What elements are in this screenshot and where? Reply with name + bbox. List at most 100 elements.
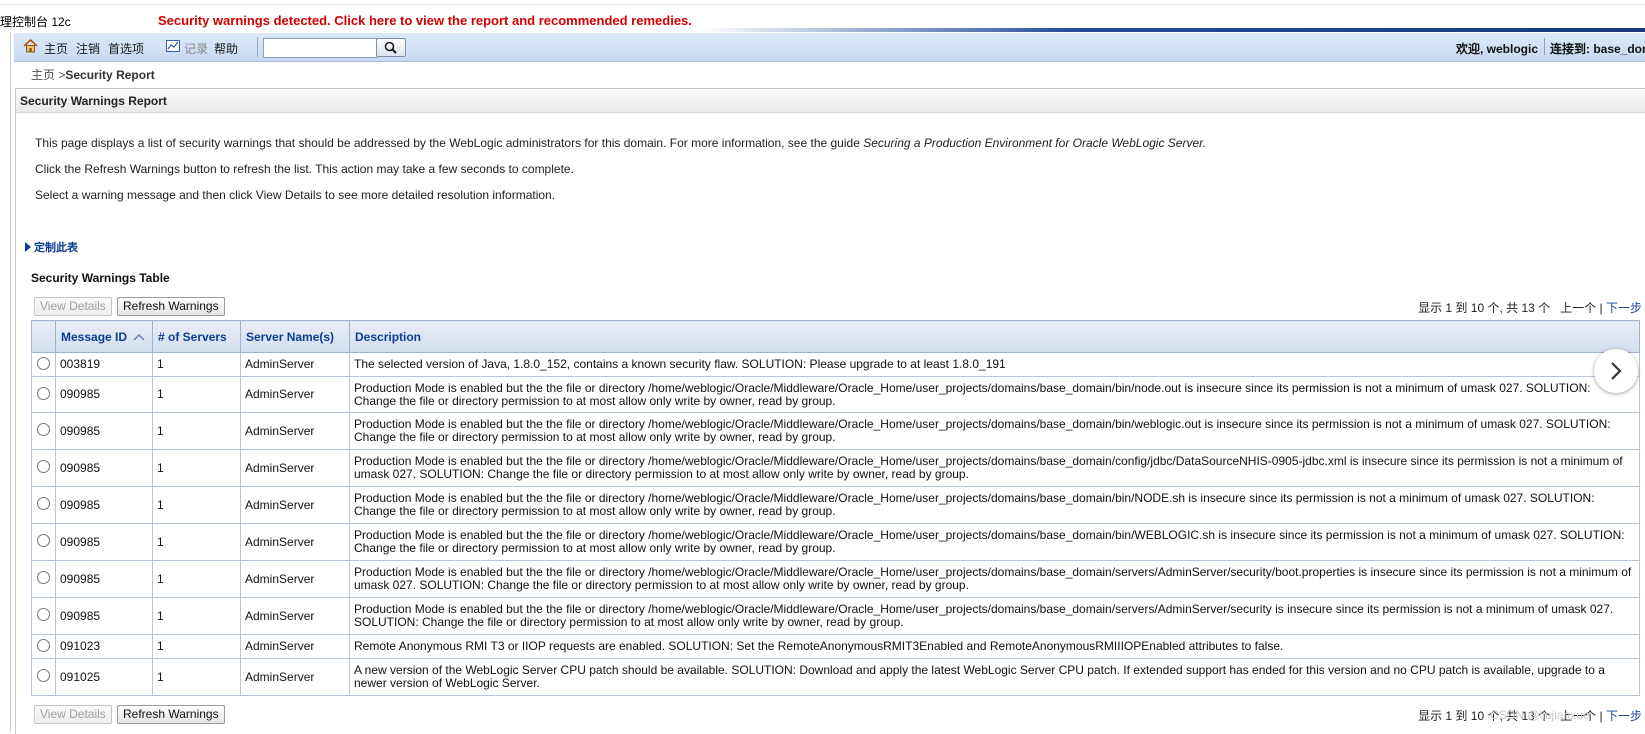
menu-separator (257, 37, 258, 57)
description-header[interactable]: Description (349, 320, 1640, 353)
table-toolbar-bottom: View Details Refresh Warnings 显示 1 到 10 … (31, 701, 1645, 727)
table-row[interactable]: 090985 1 AdminServer Production Mode is … (31, 560, 1640, 598)
table-title: Security Warnings Table (31, 271, 170, 285)
row-radio[interactable] (37, 386, 50, 400)
message-id-cell: 091025 (55, 658, 153, 696)
table-row[interactable]: 091025 1 AdminServer A new version of th… (31, 658, 1640, 696)
menu-preferences[interactable]: 首选项 (108, 40, 144, 57)
servers-count-cell: 1 (152, 449, 241, 487)
intro-line-3: Select a warning message and then click … (35, 188, 556, 202)
server-name-cell: AdminServer (240, 560, 350, 598)
search-button[interactable] (376, 38, 406, 57)
search-icon (384, 41, 397, 54)
server-name-cell: AdminServer (240, 412, 350, 450)
refresh-warnings-button-bottom[interactable]: Refresh Warnings (117, 705, 225, 724)
row-select-cell (31, 376, 56, 413)
description-cell: Production Mode is enabled but the the f… (349, 560, 1640, 598)
row-select-cell (31, 523, 56, 561)
menu-right-separator (1544, 38, 1545, 55)
message-id-cell: 090985 (55, 376, 153, 413)
message-id-header[interactable]: Message ID (55, 320, 153, 353)
watermark: CSDN @liujianxue (1490, 708, 1590, 722)
message-id-cell: 090985 (55, 523, 153, 561)
description-cell: Production Mode is enabled but the the f… (349, 376, 1640, 413)
row-radio[interactable] (37, 571, 50, 584)
pager: 显示 1 到 10 个, 共 13 个 上一个 | 下一步 (1418, 299, 1642, 316)
row-radio[interactable] (37, 608, 50, 621)
servers-count-header[interactable]: # of Servers (152, 320, 241, 353)
table-row[interactable]: 091023 1 AdminServer Remote Anonymous RM… (31, 634, 1640, 659)
pager-next-bottom[interactable]: 下一步 (1606, 709, 1642, 723)
row-select-cell (31, 560, 56, 598)
description-cell: Production Mode is enabled but the the f… (349, 449, 1640, 487)
header-stripe (700, 28, 1645, 32)
view-details-button[interactable]: View Details (34, 297, 112, 316)
menu-home[interactable]: 主页 (44, 40, 68, 57)
breadcrumb-current: Security Report (65, 68, 155, 82)
servers-count-cell: 1 (152, 597, 241, 635)
intro-guide-title: Securing a Production Environment for Or… (863, 136, 1207, 150)
row-radio[interactable] (37, 497, 50, 510)
breadcrumb-home[interactable]: 主页 (31, 68, 55, 82)
menu-help[interactable]: 帮助 (214, 40, 238, 57)
table-row[interactable]: 090985 1 AdminServer Production Mode is … (31, 597, 1640, 635)
row-radio[interactable] (37, 460, 50, 473)
pager-info: 显示 1 到 10 个, 共 13 个 (1418, 301, 1551, 315)
server-name-cell: AdminServer (240, 449, 350, 487)
table-body: 003819 1 AdminServer The selected versio… (31, 352, 1640, 696)
row-select-cell (31, 412, 56, 450)
message-id-cell: 090985 (55, 412, 153, 450)
customize-table-toggle[interactable]: 定制此表 (25, 239, 78, 255)
server-name-cell: AdminServer (240, 658, 350, 696)
servers-count-cell: 1 (152, 376, 241, 413)
security-warnings-table: Message ID # of Servers Server Name(s) D… (31, 320, 1640, 696)
panel-header: Security Warnings Report (16, 89, 1645, 113)
pager-next[interactable]: 下一步 (1606, 301, 1642, 315)
server-name-cell: AdminServer (240, 376, 350, 413)
pager-separator: | (1599, 301, 1603, 315)
description-cell: The selected version of Java, 1.8.0_152,… (349, 352, 1640, 377)
triangle-right-icon (25, 242, 31, 252)
row-radio[interactable] (37, 669, 50, 682)
table-row[interactable]: 003819 1 AdminServer The selected versio… (31, 352, 1640, 377)
sort-icon[interactable] (133, 333, 145, 341)
servers-count-cell: 1 (152, 352, 241, 377)
security-alert-link[interactable]: Security warnings detected. Click here t… (158, 13, 692, 28)
message-id-cell: 090985 (55, 597, 153, 635)
view-details-button-bottom[interactable]: View Details (34, 705, 112, 724)
row-radio[interactable] (37, 638, 50, 652)
select-column-header (31, 320, 56, 353)
home-icon[interactable] (23, 39, 38, 53)
description-cell: Production Mode is enabled but the the f… (349, 597, 1640, 635)
table-row[interactable]: 090985 1 AdminServer Production Mode is … (31, 523, 1640, 561)
scroll-next-button[interactable] (1594, 349, 1638, 393)
table-row[interactable]: 090985 1 AdminServer Production Mode is … (31, 376, 1640, 413)
server-name-cell: AdminServer (240, 597, 350, 635)
intro-line-2: Click the Refresh Warnings button to ref… (35, 162, 574, 176)
table-row[interactable]: 090985 1 AdminServer Production Mode is … (31, 412, 1640, 450)
row-radio[interactable] (37, 356, 50, 370)
pager-separator-bottom: | (1599, 709, 1603, 723)
table-row[interactable]: 090985 1 AdminServer Production Mode is … (31, 449, 1640, 487)
menu-record[interactable]: 记录 (184, 40, 208, 57)
description-cell: Production Mode is enabled but the the f… (349, 523, 1640, 561)
intro-line-1-text: This page displays a list of security wa… (35, 136, 864, 150)
row-select-cell (31, 634, 56, 659)
menu-logout[interactable]: 注销 (76, 40, 100, 57)
pager-prev[interactable]: 上一个 (1560, 301, 1596, 315)
server-names-header[interactable]: Server Name(s) (240, 320, 350, 353)
table-row[interactable]: 090985 1 AdminServer Production Mode is … (31, 486, 1640, 524)
message-id-cell: 090985 (55, 449, 153, 487)
description-cell: A new version of the WebLogic Server CPU… (349, 658, 1640, 696)
row-select-cell (31, 597, 56, 635)
server-name-cell: AdminServer (240, 486, 350, 524)
row-radio[interactable] (37, 534, 50, 547)
app-title: 理控制台 12c (0, 15, 71, 29)
search-input[interactable] (263, 38, 378, 58)
menu-bar: 主页 注销 首选项 记录 帮助 欢迎, weblogic 连接到: base_d… (14, 33, 1645, 62)
row-radio[interactable] (37, 423, 50, 436)
customize-label: 定制此表 (34, 242, 78, 254)
refresh-warnings-button[interactable]: Refresh Warnings (117, 297, 225, 316)
intro-line-1: This page displays a list of security wa… (35, 136, 1206, 150)
message-id-cell: 003819 (55, 352, 153, 377)
